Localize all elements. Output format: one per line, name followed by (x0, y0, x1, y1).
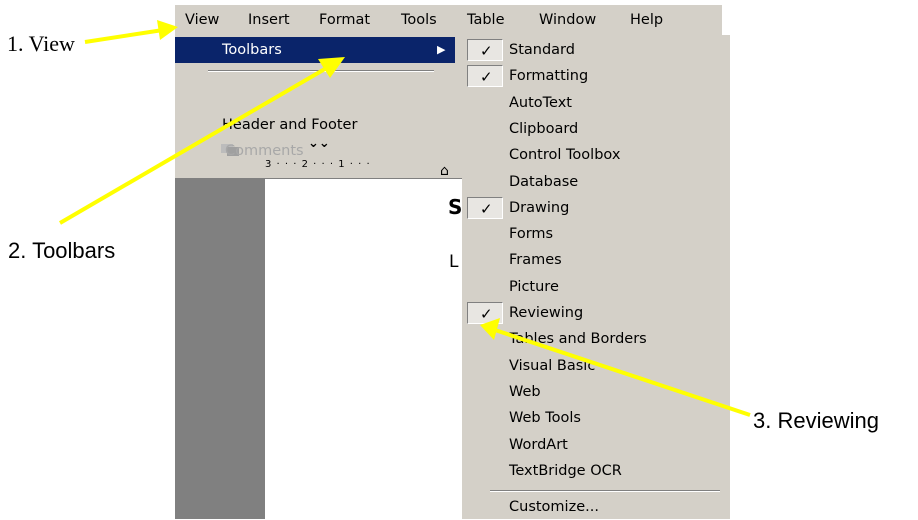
menu-table[interactable]: Table (467, 5, 505, 35)
toolbar-toggle-control-toolbox[interactable]: Control Toolbox (462, 142, 730, 168)
checkmark-icon: ✓ (480, 68, 493, 87)
toolbar-toggle-wordart[interactable]: WordArt (462, 432, 730, 458)
toolbar-toggle-frames[interactable]: Frames (462, 247, 730, 273)
toolbar-toggle-label: TextBridge OCR (509, 462, 622, 479)
menu-insert[interactable]: Insert (248, 5, 290, 35)
toolbars-label: Toolbars (222, 42, 282, 58)
header-footer-label: Header and Footer (222, 117, 358, 133)
document-text-fragment: L (449, 252, 459, 272)
menu-tools[interactable]: Tools (401, 5, 437, 35)
toolbar-toggle-label: Picture (509, 278, 559, 295)
view-menu-toolbars[interactable]: Toolbars ▶ (175, 37, 455, 63)
toolbar-toggle-label: AutoText (509, 94, 572, 111)
toolbar-toggle-label: WordArt (509, 436, 568, 453)
toolbar-toggle-standard[interactable]: ✓ Standard (462, 37, 730, 63)
toolbars-customize[interactable]: Customize... (462, 494, 730, 520)
toolbar-toggle-label: Formatting (509, 68, 589, 85)
double-chevron-down-icon[interactable]: ⌄⌄ (308, 136, 330, 151)
indent-marker-icon[interactable]: ⌂ (440, 163, 449, 179)
toolbar-toggle-web-tools[interactable]: Web Tools (462, 405, 730, 431)
callout-view: 1. View (7, 31, 75, 56)
toolbar-toggle-label: Web (509, 383, 541, 400)
toolbar-toggle-web[interactable]: Web (462, 379, 730, 405)
toolbar-toggle-label: Drawing (509, 199, 570, 216)
customize-label: Customize... (509, 499, 599, 515)
toolbar-toggle-label: Web Tools (509, 410, 581, 427)
submenu-arrow-icon: ▶ (437, 43, 446, 56)
checked-box: ✓ (467, 65, 503, 88)
toolbar-toggle-reviewing[interactable]: ✓ Reviewing (462, 300, 730, 326)
menu-format[interactable]: Format (319, 5, 370, 35)
toolbar-toggle-clipboard[interactable]: Clipboard (462, 116, 730, 142)
checkmark-icon: ✓ (480, 305, 493, 323)
callout-reviewing: 3. Reviewing (753, 408, 879, 433)
checked-box: ✓ (467, 196, 503, 219)
toolbar-toggle-visual-basic[interactable]: Visual Basic (462, 353, 730, 379)
toolbar-toggle-label: Database (509, 173, 579, 190)
checkmark-icon: ✓ (480, 42, 493, 60)
toolbar-toggle-label: Forms (509, 226, 554, 243)
menu-window[interactable]: Window (539, 5, 596, 35)
document-text-fragment: S (448, 195, 463, 219)
menu-view[interactable]: View (185, 5, 219, 35)
toolbar-toggle-label: Standard (509, 42, 575, 58)
toolbar-toggle-tables-and-borders[interactable]: Tables and Borders (462, 326, 730, 352)
toolbar-toggle-picture[interactable]: Picture (462, 274, 730, 300)
toolbar-toggle-label: Tables and Borders (509, 331, 647, 348)
toolbar-toggle-forms[interactable]: Forms (462, 221, 730, 247)
menu-bar: View Insert Format Tools Table Window He… (175, 5, 722, 35)
toolbar-toggle-label: Frames (509, 252, 562, 269)
toolbar-toggle-autotext[interactable]: AutoText (462, 90, 730, 116)
checked-box: ✓ (467, 39, 503, 61)
toolbar-toggle-label: Reviewing (509, 305, 584, 321)
toolbar-toggle-database[interactable]: Database (462, 169, 730, 195)
checkmark-icon: ✓ (480, 199, 493, 218)
document-margin-area (175, 178, 265, 519)
callout-toolbars: 2. Toolbars (8, 238, 116, 263)
toolbar-toggle-label: Clipboard (509, 120, 579, 137)
view-menu-header-footer[interactable]: Header and Footer (175, 112, 455, 138)
toolbars-submenu: ✓ Standard ✓ Formatting AutoText Clipboard Con… (462, 35, 730, 519)
toolbar-toggle-drawing[interactable]: ✓ Drawing (462, 195, 730, 221)
arrow-to-view (84, 20, 178, 44)
toolbar-toggle-formatting[interactable]: ✓ Formatting (462, 63, 730, 89)
checked-box: ✓ (467, 302, 503, 324)
menu-separator (490, 490, 720, 492)
toolbar-toggle-textbridge-ocr[interactable]: TextBridge OCR (462, 458, 730, 484)
comments-label: Comments (225, 143, 304, 159)
toolbar-toggle-label: Visual Basic (509, 357, 596, 374)
menu-help[interactable]: Help (630, 5, 663, 35)
toolbar-toggle-label: Control Toolbox (509, 147, 621, 164)
menu-separator (208, 70, 434, 72)
